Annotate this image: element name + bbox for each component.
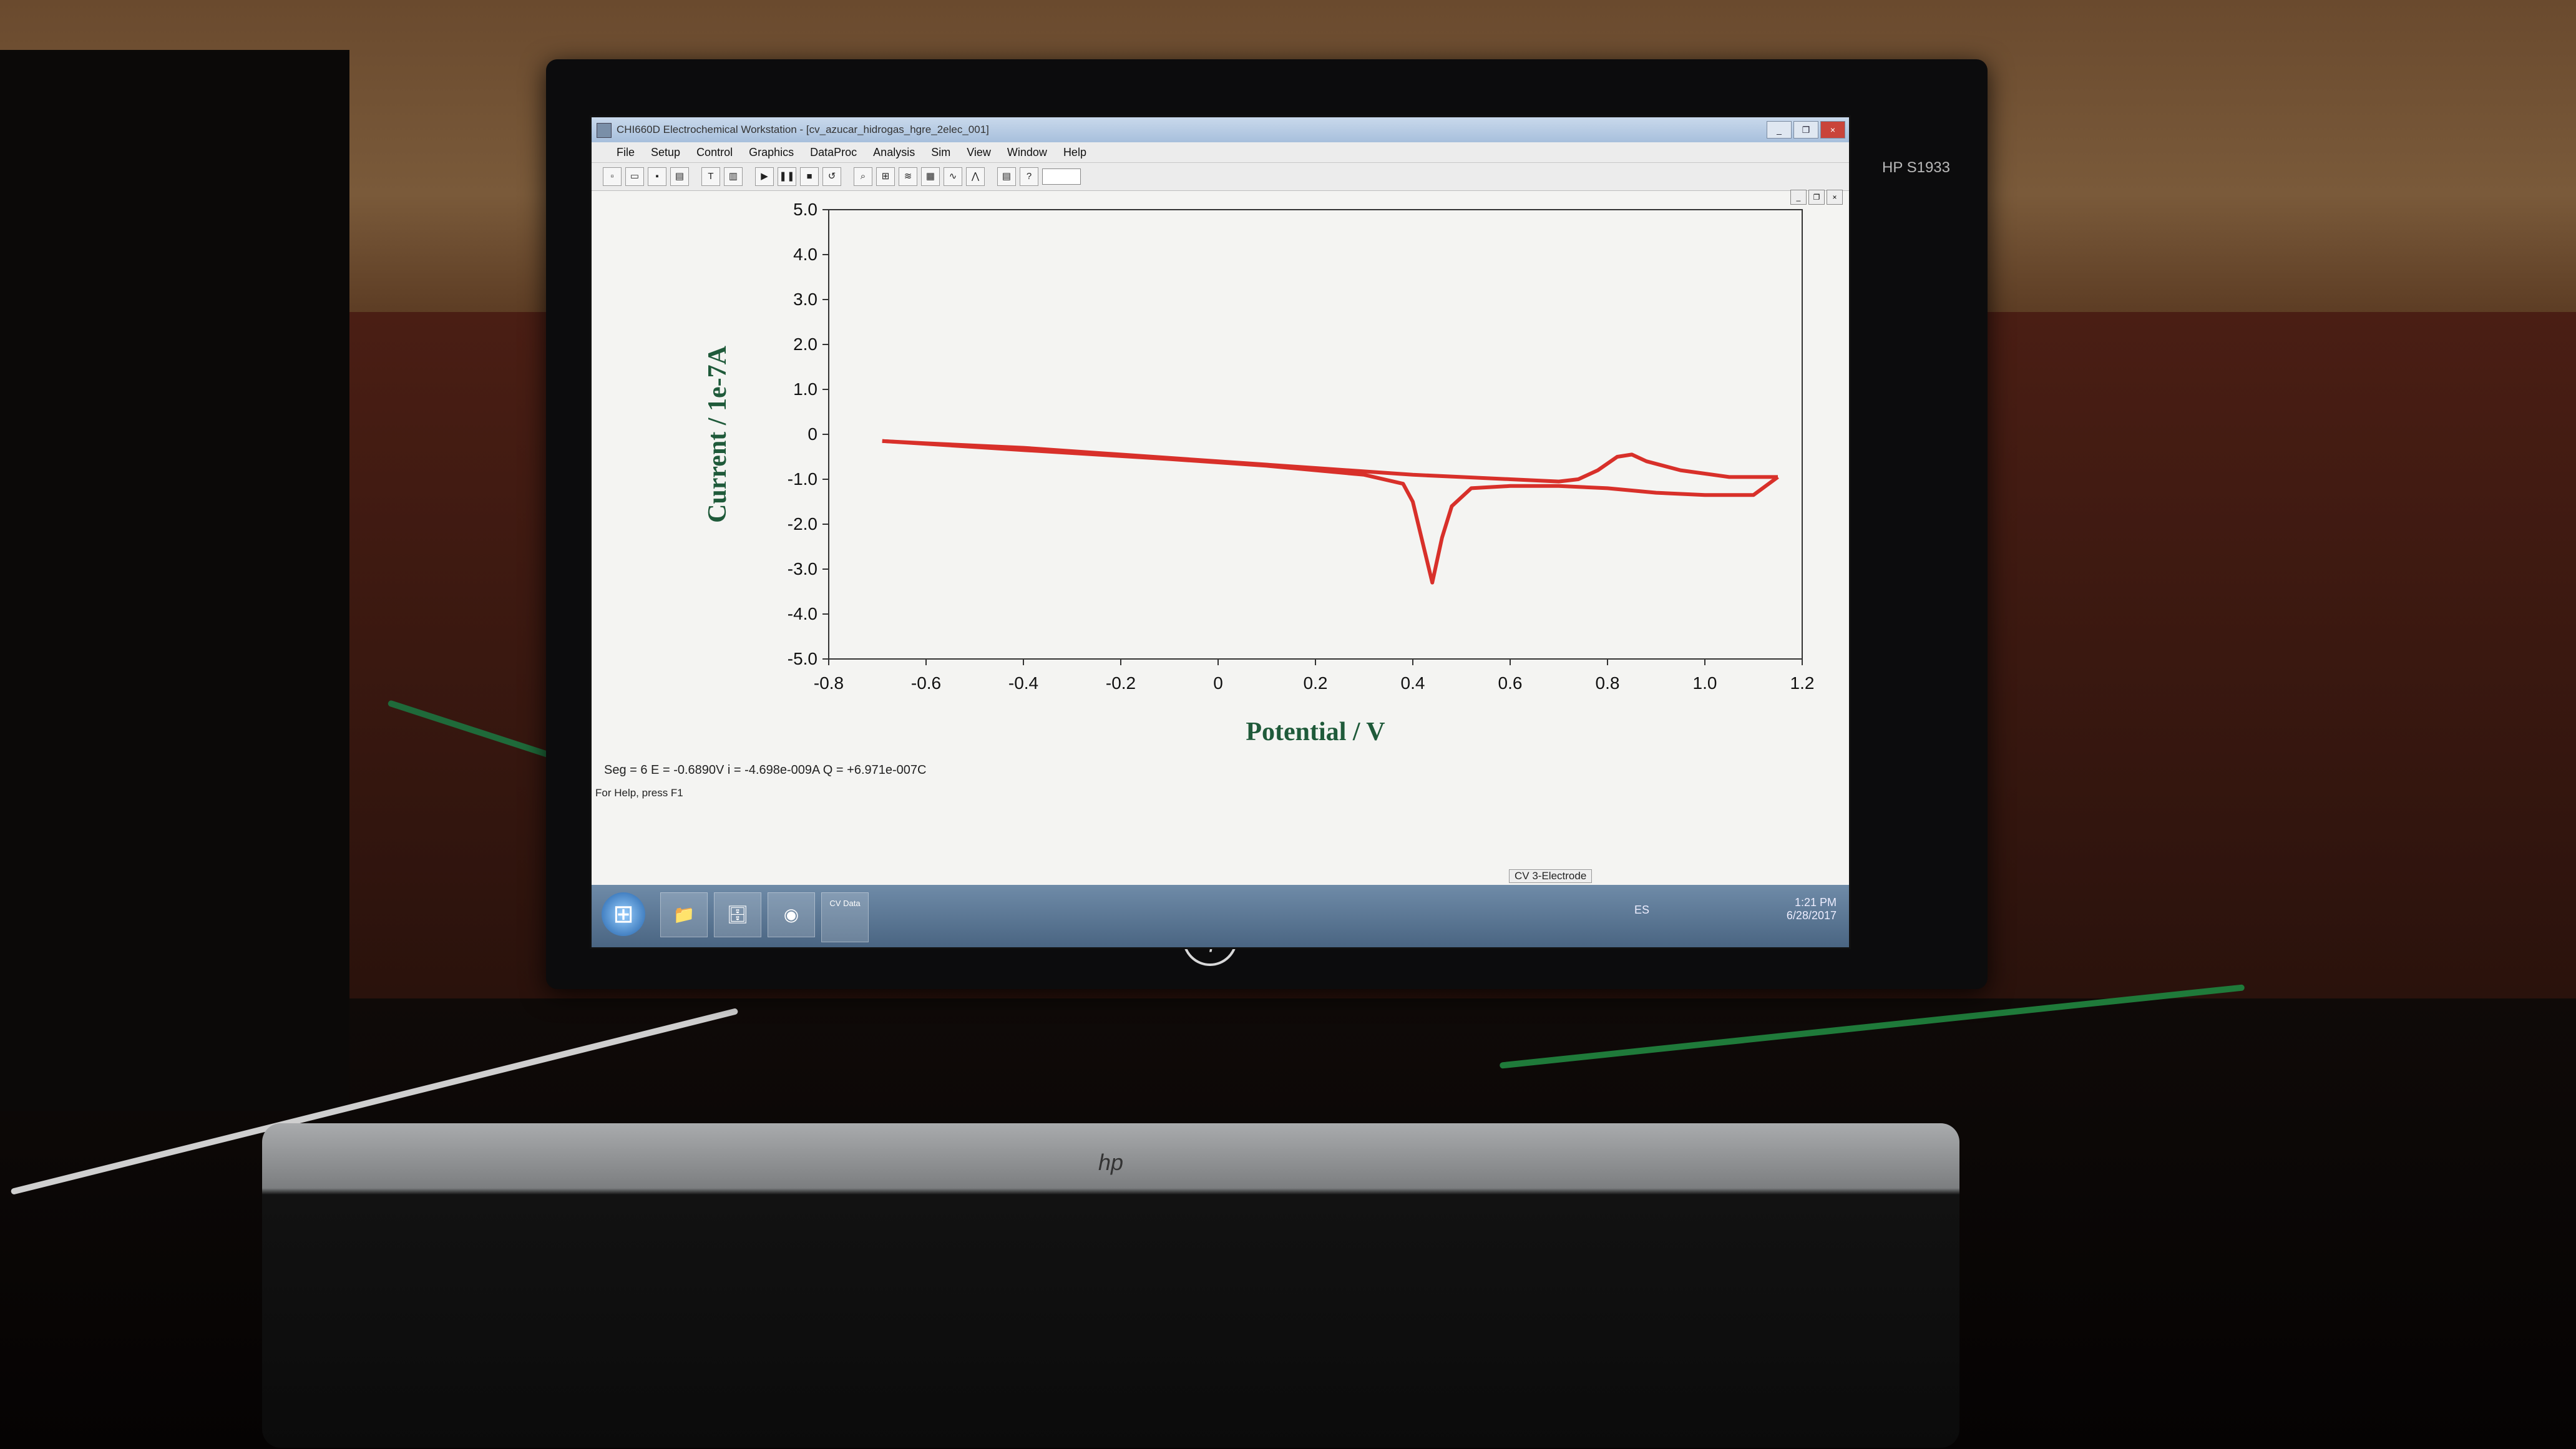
clock-time: 1:21 PM (1794, 896, 1837, 909)
window-controls: _ ❐ × (1767, 121, 1845, 139)
y-tick-label: 4.0 (793, 245, 817, 264)
toolbar: ▫ ▭ ▪ ▤ T ▥ ▶ ❚❚ ■ ↺ ⌕ ⊞ ≋ ▦ ∿ ⋀ ▤ ? (592, 163, 1849, 191)
help-hint: For Help, press F1 (595, 787, 683, 799)
x-tick-label: -0.8 (814, 673, 844, 693)
graph-icon[interactable]: ⊞ (876, 167, 895, 186)
x-tick-label: -0.2 (1106, 673, 1136, 693)
keyboard-hp-logo: hp (1098, 1149, 1124, 1175)
start-button[interactable]: ⊞ (602, 892, 645, 936)
calculator-icon[interactable]: ▤ (997, 167, 1016, 186)
menu-bar: File Setup Control Graphics DataProc Ana… (592, 142, 1849, 163)
x-tick-label: 0.4 (1401, 673, 1425, 693)
pause-icon[interactable]: ❚❚ (778, 167, 796, 186)
help-icon[interactable]: ? (1020, 167, 1038, 186)
clock-date: 6/28/2017 (1786, 909, 1837, 922)
run-icon[interactable]: ▶ (755, 167, 774, 186)
open-icon[interactable]: ▭ (625, 167, 644, 186)
peak-icon[interactable]: ⋀ (966, 167, 985, 186)
x-tick-label: 0.2 (1304, 673, 1328, 693)
minimize-button[interactable]: _ (1767, 121, 1792, 139)
menu-graphics[interactable]: Graphics (749, 142, 794, 162)
files-taskbar-icon[interactable]: 🗄 (714, 892, 761, 937)
y-tick-label: -5.0 (788, 649, 817, 668)
y-axis-label: Current / 1e-7A (703, 345, 732, 522)
y-tick-label: 3.0 (793, 290, 817, 309)
x-tick-label: 0 (1213, 673, 1223, 693)
window-title: CHI660D Electrochemical Workstation - [c… (617, 124, 989, 135)
y-tick-label: -3.0 (788, 559, 817, 578)
y-tick-label: -1.0 (788, 469, 817, 489)
system-tray-clock[interactable]: 1:21 PM 6/28/2017 (1787, 896, 1837, 922)
y-tick-label: -4.0 (788, 604, 817, 623)
mode-indicator: CV 3-Electrode (1509, 869, 1593, 883)
menu-file[interactable]: File (617, 142, 635, 162)
menu-control[interactable]: Control (696, 142, 733, 162)
explorer-taskbar-icon[interactable]: 📁 (660, 892, 708, 937)
app-icon (597, 123, 612, 138)
data-readout: Seg = 6 E = -0.6890V i = -4.698e-009A Q … (604, 763, 927, 777)
restore-button[interactable]: ❐ (1793, 121, 1818, 139)
menu-dataproc[interactable]: DataProc (810, 142, 857, 162)
menu-window[interactable]: Window (1007, 142, 1047, 162)
close-button[interactable]: × (1820, 121, 1845, 139)
y-tick-label: 0 (807, 424, 817, 444)
y-tick-label: -2.0 (788, 514, 817, 534)
x-axis-ticks: -0.8 -0.6 -0.4 -0.2 0 0.2 0.4 0.6 0.8 1.0 1.2 (814, 659, 1815, 693)
x-tick-label: 1.0 (1693, 673, 1717, 693)
save-icon[interactable]: ▪ (648, 167, 666, 186)
x-axis-label: Potential / V (1246, 718, 1385, 746)
y-axis-ticks: 5.0 4.0 3.0 2.0 1.0 0 -1.0 -2.0 -3.0 -4.0 -5.0 (788, 200, 829, 668)
language-indicator[interactable]: ES (1634, 904, 1649, 917)
toolbar-dropdown[interactable] (1042, 168, 1081, 185)
adjacent-monitor (0, 50, 349, 1111)
cv-series-reverse-line (882, 439, 1778, 484)
x-tick-label: -0.6 (911, 673, 941, 693)
chrome-taskbar-icon[interactable]: ◉ (768, 892, 815, 937)
cv-series-forward-line (882, 439, 1779, 585)
series-group (882, 439, 1779, 585)
print-icon[interactable]: ▤ (670, 167, 689, 186)
color-icon[interactable]: ▦ (921, 167, 940, 186)
stop-icon[interactable]: ■ (800, 167, 819, 186)
analysis-icon[interactable]: ∿ (944, 167, 962, 186)
chi-app-taskbar-item[interactable]: CV Data (821, 892, 869, 942)
x-tick-label: 0.6 (1498, 673, 1523, 693)
window-titlebar[interactable]: CHI660D Electrochemical Workstation - [c… (592, 117, 1849, 142)
menu-sim[interactable]: Sim (931, 142, 950, 162)
x-tick-label: -0.4 (1008, 673, 1038, 693)
menu-help[interactable]: Help (1063, 142, 1086, 162)
y-tick-label: 1.0 (793, 379, 817, 399)
menu-setup[interactable]: Setup (651, 142, 680, 162)
x-tick-label: 0.8 (1596, 673, 1620, 693)
y-tick-label: 5.0 (793, 200, 817, 219)
menu-analysis[interactable]: Analysis (873, 142, 915, 162)
plot-area: 5.0 4.0 3.0 2.0 1.0 0 -1.0 -2.0 -3.0 -4.0 -5.0 -0.… (592, 191, 1849, 834)
new-icon[interactable]: ▫ (603, 167, 622, 186)
parameters-icon[interactable]: ▥ (724, 167, 743, 186)
menu-view[interactable]: View (967, 142, 991, 162)
cv-chart: 5.0 4.0 3.0 2.0 1.0 0 -1.0 -2.0 -3.0 -4.0 -5.0 -0.… (703, 200, 1815, 746)
keyboard: hp (262, 1123, 1959, 1448)
reverse-icon[interactable]: ↺ (822, 167, 841, 186)
plot-frame (828, 209, 1803, 660)
x-tick-label: 1.2 (1790, 673, 1815, 693)
taskbar: ⊞ 📁 🗄 ◉ CV Data ES 1:21 PM 6/28/2017 (592, 885, 1849, 947)
screen: CHI660D Electrochemical Workstation - [c… (590, 115, 1851, 949)
overlay-icon[interactable]: ≋ (899, 167, 917, 186)
monitor-model-label: HP S1933 (1882, 159, 1950, 176)
zoom-icon[interactable]: ⌕ (854, 167, 872, 186)
y-tick-label: 2.0 (793, 334, 817, 354)
technique-icon[interactable]: T (701, 167, 720, 186)
